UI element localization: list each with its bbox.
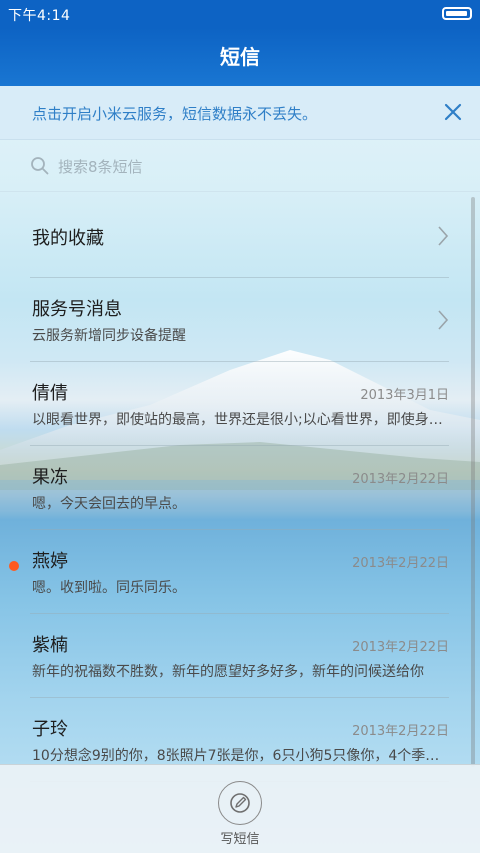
conversation-preview: 嗯。收到啦。同乐同乐。 bbox=[32, 580, 186, 596]
status-time: 下午4:14 bbox=[8, 8, 71, 24]
conversation-item[interactable]: 倩倩以眼看世界，即使站的最高，世界还是很小;以心看世界，即使身处最低，世界也是很… bbox=[30, 362, 450, 446]
search-input[interactable]: 搜索8条短信 bbox=[58, 156, 143, 177]
conversation-date: 2013年3月1日 bbox=[360, 388, 449, 403]
conversation-name: 子玲 bbox=[32, 719, 68, 740]
conversation-date: 2013年2月22日 bbox=[352, 472, 449, 487]
conversation-preview: 嗯，今天会回去的早点。 bbox=[32, 496, 186, 512]
scrollbar[interactable] bbox=[471, 197, 475, 767]
conversation-item[interactable]: 燕婷嗯。收到啦。同乐同乐。 2013年2月22日 bbox=[9, 530, 449, 614]
battery-icon bbox=[442, 7, 472, 20]
conversation-date: 2013年2月22日 bbox=[352, 640, 449, 655]
banner-text[interactable]: 点击开启小米云服务，短信数据永不丢失。 bbox=[32, 103, 317, 124]
conversation-date: 2013年2月22日 bbox=[352, 724, 449, 739]
unread-indicator bbox=[9, 561, 19, 571]
compose-icon bbox=[230, 793, 250, 813]
conversation-name: 果冻 bbox=[32, 467, 68, 488]
conversation-name: 燕婷 bbox=[32, 551, 68, 572]
status-bar: 下午4:14 bbox=[0, 0, 480, 28]
conversation-item[interactable]: 我的收藏 bbox=[30, 194, 449, 278]
conversation-name: 紫楠 bbox=[32, 635, 68, 656]
close-icon[interactable] bbox=[440, 99, 466, 125]
conversation-preview: 以眼看世界，即使站的最高，世界还是很小;以心看世界，即使身处最低，世界也是很大 bbox=[32, 412, 450, 428]
conversation-preview: 云服务新增同步设备提醒 bbox=[32, 328, 186, 344]
chevron-right-icon bbox=[438, 226, 449, 246]
conversation-name: 倩倩 bbox=[32, 383, 68, 404]
conversation-name: 服务号消息 bbox=[32, 299, 122, 320]
cloud-service-banner[interactable]: 点击开启小米云服务，短信数据永不丢失。 bbox=[0, 86, 480, 140]
conversation-item[interactable]: 服务号消息云服务新增同步设备提醒 bbox=[30, 278, 449, 362]
chevron-right-icon bbox=[438, 310, 449, 330]
search-icon bbox=[31, 157, 49, 175]
conversation-preview: 10分想念9别的你，8张照片7张是你，6只小狗5只像你，4个季节都想着你 bbox=[32, 748, 450, 764]
conversation-item[interactable]: 果冻嗯，今天会回去的早点。 2013年2月22日 bbox=[30, 446, 449, 530]
battery-level-fill bbox=[446, 11, 467, 16]
conversation-list: 我的收藏服务号消息云服务新增同步设备提醒倩倩以眼看世界，即使站的最高，世界还是很… bbox=[0, 194, 480, 782]
compose-label[interactable]: 写短信 bbox=[0, 828, 480, 847]
compose-button[interactable] bbox=[218, 781, 262, 825]
conversation-preview: 新年的祝福数不胜数，新年的愿望好多好多，新年的问候送给你 bbox=[32, 664, 424, 680]
search-bar[interactable]: 搜索8条短信 bbox=[0, 140, 480, 192]
page-title: 短信 bbox=[220, 45, 260, 69]
bottom-bar: 写短信 bbox=[0, 764, 480, 853]
conversation-date: 2013年2月22日 bbox=[352, 556, 449, 571]
conversation-name: 我的收藏 bbox=[32, 228, 104, 249]
conversation-item[interactable]: 紫楠新年的祝福数不胜数，新年的愿望好多好多，新年的问候送给你 2013年2月22日 bbox=[30, 614, 449, 698]
title-bar: 短信 bbox=[0, 28, 480, 86]
